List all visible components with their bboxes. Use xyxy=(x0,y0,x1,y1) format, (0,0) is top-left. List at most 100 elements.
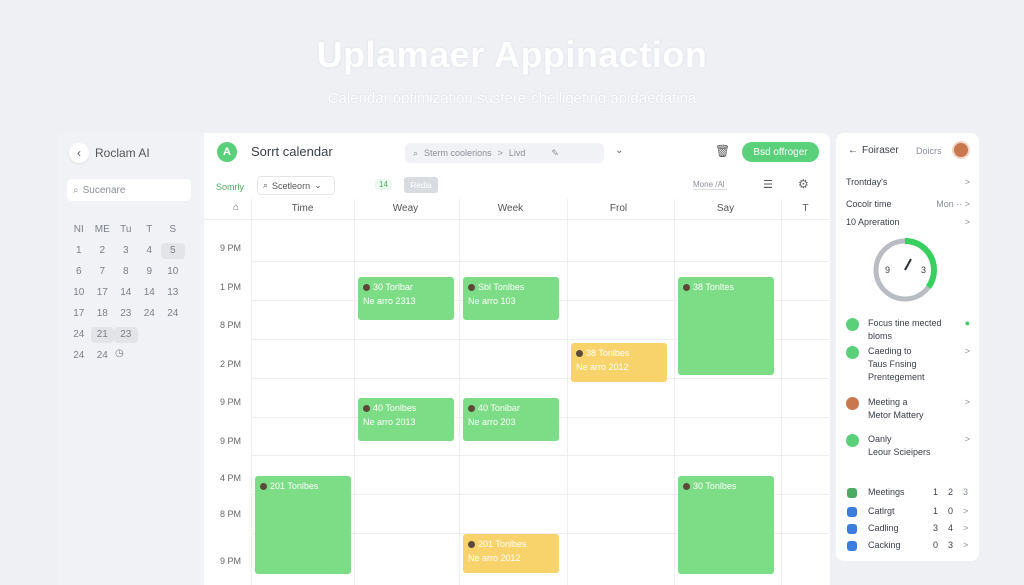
column-header[interactable]: Frol xyxy=(567,199,670,219)
mini-calendar-day[interactable]: 23 xyxy=(114,308,138,319)
right-panel: ← Foiraser Doicrs 9 3 Trontday's > Cocolr … xyxy=(836,133,979,561)
view-select[interactable]: ⌕ Scetleorn ⌄ xyxy=(257,176,335,195)
event-title: 38 Tonlbes xyxy=(586,348,630,358)
panel-row[interactable]: 10 Apreration > xyxy=(846,217,970,227)
panel-item-line: Oanly xyxy=(868,434,892,444)
event-subtitle: Ne arro 103 xyxy=(468,296,516,306)
mini-calendar-weekday: NI xyxy=(73,224,84,235)
event-subtitle: Ne arro 2013 xyxy=(363,417,416,427)
gauge-needle xyxy=(904,258,912,271)
mini-calendar-day[interactable]: 6 xyxy=(67,266,91,277)
mini-calendar-week: 6 7 8 9 10 xyxy=(67,261,192,282)
mini-calendar-day[interactable]: 17 xyxy=(67,308,91,319)
column-header[interactable]: Weay xyxy=(354,199,457,219)
mini-calendar-day[interactable]: 13 xyxy=(161,287,185,298)
mini-calendar-day[interactable]: 24 xyxy=(138,308,162,319)
mini-calendar-day[interactable]: 21 xyxy=(90,326,114,343)
calendar-event[interactable]: 38 Tonlbes Ne arro 2012 xyxy=(571,343,667,382)
mini-calendar-day[interactable]: 7 xyxy=(91,266,115,277)
mini-calendar-day[interactable]: 10 xyxy=(161,266,185,277)
calendar-event[interactable]: 201 Tonlbes xyxy=(255,476,351,574)
mini-calendar-day[interactable]: 24 xyxy=(67,350,91,361)
event-title: 40 Tonlbes xyxy=(373,403,417,413)
calendar-event[interactable]: Sbl Tonlbes Ne arro 103 xyxy=(463,277,559,320)
event-avatar-icon xyxy=(683,482,690,490)
panel-item[interactable]: Focus tine mected bloms ● xyxy=(846,317,970,343)
panel-row[interactable]: Cocolr time Mon ·· > xyxy=(846,199,970,209)
calendar-panel: A Sorrt calendar ⌕ Sterm coolerions > Li… xyxy=(204,133,830,585)
mini-calendar-day[interactable]: 24 xyxy=(91,350,115,361)
chevron-down-icon[interactable]: ⌄ xyxy=(615,145,623,156)
sidebar-search-placeholder: Sucenare xyxy=(82,184,126,196)
event-avatar-icon xyxy=(363,404,370,412)
mini-calendar-day[interactable]: 4 xyxy=(138,245,162,256)
column-header[interactable]: Say xyxy=(674,199,777,219)
panel-row[interactable]: Trontday's > xyxy=(846,177,970,187)
mini-calendar-day[interactable]: 5 xyxy=(161,242,185,259)
panel-item-line: Metor Mattery xyxy=(868,410,924,420)
menu-icon[interactable]: ☰ xyxy=(763,178,773,191)
mini-calendar: NI ME Tu T S 1 2 3 4 5 6 7 8 9 10 10 17 14 14 13 17 18 23 24 24 2… xyxy=(67,219,192,366)
sidebar-search[interactable]: ⌕ Sucenare xyxy=(67,179,191,201)
settings-icon[interactable]: ⚙ xyxy=(798,177,809,191)
calendar-event[interactable]: 201 Tonlbes Ne arro 2012 xyxy=(463,534,559,573)
back-icon[interactable]: ‹ xyxy=(69,143,89,163)
mini-calendar-day[interactable]: 2 xyxy=(91,245,115,256)
hero-subtitle: Calendar optimization susfere-chelligeti… xyxy=(327,90,697,107)
range-field[interactable]: Mone /Al xyxy=(693,180,727,190)
mini-calendar-day[interactable]: 24 xyxy=(161,308,185,319)
right-panel-link[interactable]: Doicrs xyxy=(916,146,942,156)
column-header[interactable]: Time xyxy=(251,199,354,219)
primary-button[interactable]: Bsd offroger xyxy=(742,142,819,162)
search-icon: ⌕ xyxy=(263,180,269,190)
trash-icon[interactable]: 🗑 xyxy=(715,144,730,158)
breadcrumb-search[interactable]: ⌕ Sterm coolerions > Livd ✎ xyxy=(405,143,604,163)
toolbar-label[interactable]: Somrly xyxy=(216,182,244,192)
calendar-event[interactable]: 40 Tonlbes Ne arro 2013 xyxy=(358,398,454,441)
home-icon[interactable]: ⌂ xyxy=(233,202,239,213)
mini-calendar-day[interactable]: 10 xyxy=(67,287,91,298)
panel-item[interactable]: Meeting a Metor Mattery > xyxy=(846,396,970,422)
app-logo: A xyxy=(217,142,237,162)
mini-calendar-week: 10 17 14 14 13 xyxy=(67,282,192,303)
grid-header-divider xyxy=(204,219,830,220)
mini-calendar-day[interactable]: 8 xyxy=(114,266,138,277)
stat-icon xyxy=(847,524,857,534)
time-label: 2 PM xyxy=(220,359,242,369)
avatar[interactable] xyxy=(952,141,970,159)
avatar-icon xyxy=(846,397,859,410)
event-title: 40 Tonlbar xyxy=(478,403,520,413)
chevron-right-icon: > xyxy=(964,346,970,356)
panel-item[interactable]: Caeding to Taus Fnsing Prentegement > xyxy=(846,345,970,384)
column-header[interactable]: Week xyxy=(459,199,562,219)
event-subtitle: Ne arro 2012 xyxy=(468,553,521,563)
event-title-row: 38 Tonltes xyxy=(683,280,769,294)
filter-chip[interactable]: 14 xyxy=(375,179,392,190)
mini-calendar-day[interactable]: 9 xyxy=(138,266,162,277)
mini-calendar-day[interactable]: 14 xyxy=(138,287,162,298)
mini-calendar-day[interactable]: 18 xyxy=(91,308,115,319)
mini-calendar-day[interactable]: 17 xyxy=(91,287,115,298)
mini-calendar-day[interactable]: 23 xyxy=(114,326,138,343)
column-header[interactable]: T xyxy=(781,199,830,219)
mini-calendar-day[interactable]: 3 xyxy=(114,245,138,256)
chevron-right-icon: Mon ·· > xyxy=(936,199,970,209)
mini-calendar-day[interactable]: 1 xyxy=(67,245,91,256)
edit-icon[interactable]: ✎ xyxy=(551,148,559,159)
panel-item-line: Meeting a xyxy=(868,397,908,407)
calendar-event[interactable]: 40 Tonlbar Ne arro 203 xyxy=(463,398,559,441)
mini-calendar-today-icon[interactable]: ◷ xyxy=(115,348,124,359)
mini-calendar-day[interactable]: 24 xyxy=(67,329,91,340)
mini-calendar-day[interactable]: 14 xyxy=(114,287,138,298)
panel-item[interactable]: Oanly Leour Scieipers > xyxy=(846,433,970,459)
back-arrow-icon[interactable]: ← xyxy=(848,145,858,156)
grid-row-divider xyxy=(251,378,830,379)
hero-title: Uplamaer Appinaction xyxy=(316,34,708,75)
filter-button[interactable]: Redla xyxy=(404,177,438,193)
calendar-event[interactable]: 30 Torlbar Ne arro 2313 xyxy=(358,277,454,320)
event-title-row: Sbl Tonlbes xyxy=(468,280,554,294)
calendar-event[interactable]: 30 Tonlbes xyxy=(678,476,774,574)
time-label: 8 PM xyxy=(220,509,242,519)
calendar-event[interactable]: 38 Tonltes xyxy=(678,277,774,375)
grid-row-divider xyxy=(251,261,830,262)
